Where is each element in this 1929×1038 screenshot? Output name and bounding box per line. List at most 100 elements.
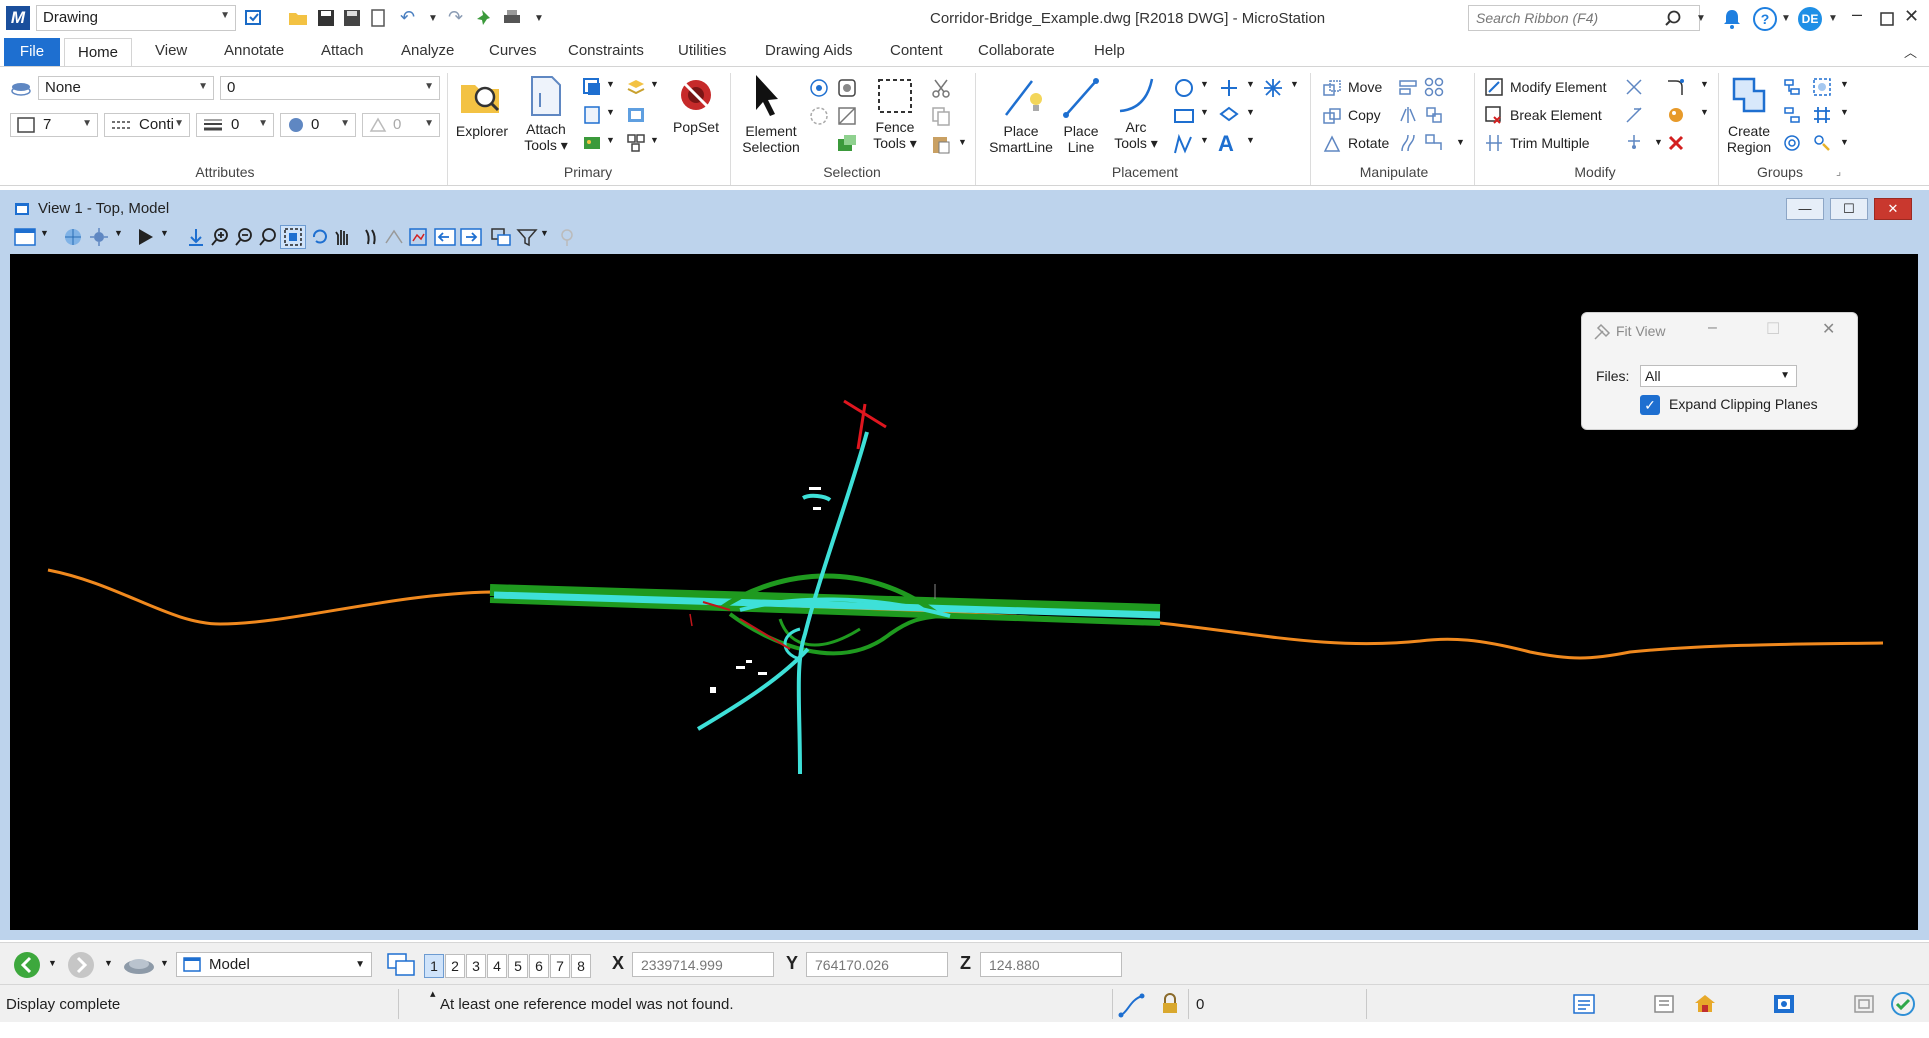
copy-label[interactable]: Copy — [1348, 107, 1381, 123]
back-arrow-icon[interactable] — [12, 950, 42, 980]
model-dropdown[interactable]: Model ▼ — [176, 952, 372, 977]
tab-utilities[interactable]: Utilities — [678, 42, 726, 59]
chevron-down-icon[interactable]: ▼ — [1200, 79, 1209, 89]
create-region-icon[interactable] — [1730, 75, 1768, 115]
view-minimize-button[interactable]: — — [1786, 198, 1824, 220]
copy-icon[interactable] — [1322, 107, 1342, 125]
files-dropdown[interactable]: All ▼ — [1640, 365, 1797, 387]
place-point-icon[interactable] — [1218, 77, 1240, 99]
view-6-button[interactable]: 6 — [529, 954, 549, 978]
fit-view-button[interactable] — [280, 225, 306, 249]
pin-icon[interactable] — [476, 8, 496, 28]
named-group-icon[interactable] — [1782, 133, 1802, 153]
x-coordinate-field[interactable]: 2339714.999 — [632, 952, 774, 977]
update-view-icon[interactable] — [186, 227, 206, 247]
rotate-view-icon[interactable] — [310, 227, 330, 247]
clip-volume-icon[interactable] — [490, 227, 512, 247]
hatch-icon[interactable] — [1812, 105, 1832, 125]
project-explorer-icon[interactable] — [1772, 993, 1796, 1015]
expand-clipping-checkbox[interactable]: ✓ — [1640, 395, 1660, 415]
chevron-down-icon[interactable]: ▼ — [1246, 107, 1255, 117]
group-holes-icon[interactable] — [1812, 77, 1832, 97]
chevron-down-icon[interactable]: ▼ — [48, 958, 57, 968]
chevron-down-icon[interactable]: ▼ — [1840, 137, 1849, 147]
array-icon[interactable] — [1424, 77, 1444, 97]
place-smartline-icon[interactable] — [1002, 75, 1046, 119]
render-icon[interactable] — [136, 227, 156, 247]
popset-icon[interactable] — [678, 77, 714, 113]
zoom-out-icon[interactable] — [234, 227, 254, 247]
chevron-down-icon[interactable]: ▼ — [1456, 137, 1465, 147]
chevron-down-icon[interactable]: ▼ — [104, 958, 113, 968]
rotate-icon[interactable] — [1322, 135, 1342, 153]
undo-icon[interactable]: ↶ — [400, 7, 415, 28]
copy-view-icon[interactable] — [434, 227, 456, 247]
rotate-label[interactable]: Rotate — [1348, 135, 1389, 151]
chevron-down-icon[interactable]: ▼ — [650, 135, 659, 145]
z-coordinate-field[interactable]: 124.880 — [980, 952, 1122, 977]
priority-dropdown[interactable]: 0 ▼ — [362, 113, 440, 137]
color-dropdown[interactable]: 0 ▼ — [220, 76, 440, 100]
views-icon[interactable] — [122, 953, 156, 977]
break-element-icon[interactable] — [1484, 105, 1504, 125]
stretch-icon[interactable] — [1398, 133, 1418, 153]
view-8-button[interactable]: 8 — [571, 954, 591, 978]
trim-multiple-icon[interactable] — [1484, 133, 1504, 153]
section-icon[interactable] — [556, 227, 578, 247]
tab-help[interactable]: Help — [1094, 42, 1125, 59]
tab-content[interactable]: Content — [890, 42, 943, 59]
chevron-down-icon[interactable]: ▼ — [1654, 137, 1663, 147]
group-selection-icon[interactable] — [836, 133, 858, 155]
view-5-button[interactable]: 5 — [508, 954, 528, 978]
break-element-label[interactable]: Break Element — [1510, 107, 1602, 123]
chevron-down-icon[interactable]: ▼ — [1246, 135, 1255, 145]
display-styles-icon[interactable] — [626, 105, 646, 125]
chevron-down-icon[interactable]: ▼ — [1246, 79, 1255, 89]
microstation-logo-icon[interactable]: M — [6, 6, 30, 30]
fillet-icon[interactable] — [1666, 77, 1686, 97]
help-dropdown-icon[interactable]: ▼ — [1781, 13, 1791, 24]
models-icon[interactable] — [582, 105, 602, 125]
element-properties-icon[interactable] — [626, 133, 646, 153]
arc-tools-icon[interactable] — [1116, 75, 1156, 115]
print-icon[interactable] — [502, 8, 522, 28]
cloud-sync-icon[interactable] — [1692, 992, 1718, 1016]
pan-view-icon[interactable] — [332, 227, 352, 247]
lock-icon[interactable] — [1160, 993, 1180, 1015]
redo-icon[interactable]: ↷ — [448, 7, 463, 28]
dialog-minimize-icon[interactable]: – — [1708, 319, 1717, 337]
tab-file[interactable]: File — [4, 38, 60, 66]
chevron-down-icon[interactable]: ▼ — [1840, 79, 1849, 89]
delete-vertex-icon[interactable] — [1624, 77, 1644, 97]
status-message[interactable]: At least one reference model was not fou… — [440, 996, 734, 1013]
chevron-down-icon[interactable]: ▼ — [606, 79, 615, 89]
modify-element-icon[interactable] — [1484, 77, 1504, 97]
invert-selection-icon[interactable] — [836, 105, 858, 127]
mirror-icon[interactable] — [1398, 105, 1418, 125]
accusnap-icon[interactable] — [1118, 992, 1146, 1018]
chevron-down-icon[interactable]: ▼ — [606, 107, 615, 117]
view-next-icon[interactable] — [408, 227, 428, 247]
scale-icon[interactable] — [1398, 77, 1418, 97]
saved-view-icon[interactable] — [460, 227, 482, 247]
weight-dropdown[interactable]: 7 ▼ — [10, 113, 98, 137]
transparency-dropdown[interactable]: 0 ▼ — [280, 113, 356, 137]
paste-icon[interactable] — [930, 133, 952, 155]
maximize-icon[interactable] — [1880, 12, 1894, 26]
light-icon[interactable] — [88, 227, 110, 247]
chevron-down-icon[interactable]: ▼ — [160, 958, 169, 968]
align-icon[interactable] — [1424, 105, 1444, 125]
customize-qat-icon[interactable]: ▼ — [534, 13, 544, 24]
view-1-button[interactable]: 1 — [424, 954, 444, 978]
search-dropdown-icon[interactable]: ▼ — [1696, 13, 1706, 24]
modify-element-label[interactable]: Modify Element — [1510, 79, 1606, 95]
tab-attach[interactable]: Attach — [321, 42, 364, 59]
rectangle-icon[interactable] — [1173, 105, 1195, 127]
forward-arrow-icon[interactable] — [66, 950, 96, 980]
tab-view[interactable]: View — [155, 42, 187, 59]
chevron-down-icon[interactable]: ▼ — [1200, 135, 1209, 145]
graphic-group-icon[interactable] — [1812, 133, 1832, 153]
ungroup-icon[interactable] — [1782, 105, 1802, 125]
chevron-down-icon[interactable]: ▼ — [1290, 79, 1299, 89]
chevron-down-icon[interactable]: ▼ — [540, 228, 549, 238]
